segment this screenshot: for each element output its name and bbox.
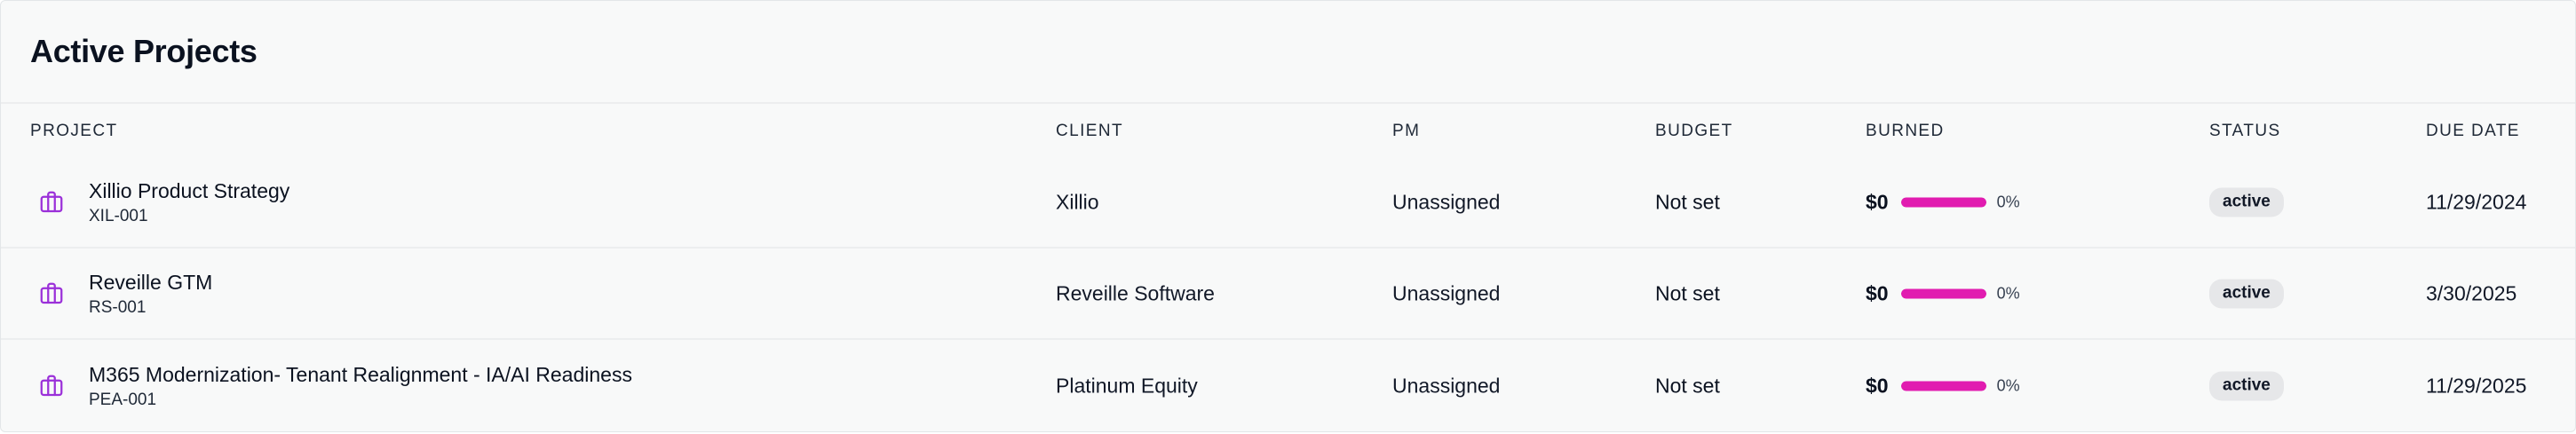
header-project[interactable]: PROJECT — [30, 122, 117, 141]
due-date-cell: 11/29/2024 — [2426, 190, 2527, 213]
project-cell[interactable]: M365 Modernization- Tenant Realignment -… — [89, 361, 632, 411]
active-projects-panel: Active Projects PROJECT CLIENT PM BUDGET… — [0, 0, 2576, 432]
project-code: RS-001 — [89, 297, 147, 317]
pm-cell: Unassigned — [1392, 374, 1501, 397]
project-name[interactable]: M365 Modernization- Tenant Realignment -… — [89, 361, 632, 388]
briefcase-icon — [38, 189, 65, 216]
status-cell: active — [2209, 279, 2284, 308]
table-header: PROJECT CLIENT PM BUDGET BURNED STATUS D… — [1, 104, 2575, 157]
pm-cell: Unassigned — [1392, 190, 1501, 213]
project-name[interactable]: Xillio Product Strategy — [89, 178, 289, 204]
table-row[interactable]: Reveille GTM RS-001 Reveille Software Un… — [1, 249, 2575, 340]
header-pm[interactable]: PM — [1392, 122, 1420, 141]
budget-cell: Not set — [1655, 374, 1720, 397]
status-badge: active — [2209, 187, 2284, 217]
burned-cell: $0 0% — [1866, 190, 2020, 214]
status-cell: active — [2209, 187, 2284, 217]
project-cell[interactable]: Xillio Product Strategy XIL-001 — [89, 178, 289, 227]
burned-percent: 0% — [1996, 376, 2020, 394]
project-code: XIL-001 — [89, 206, 148, 225]
burned-amount: $0 — [1866, 374, 1889, 397]
burn-progress-bar — [1900, 197, 1986, 207]
table-body: Xillio Product Strategy XIL-001 Xillio U… — [1, 157, 2575, 431]
client-cell: Xillio — [1056, 190, 1099, 213]
burned-percent: 0% — [1996, 193, 2020, 210]
burned-amount: $0 — [1866, 281, 1889, 304]
status-badge: active — [2209, 279, 2284, 308]
table-row[interactable]: M365 Modernization- Tenant Realignment -… — [1, 340, 2575, 431]
header-budget[interactable]: BUDGET — [1655, 122, 1733, 141]
burn-progress-fill — [1900, 381, 1986, 391]
status-cell: active — [2209, 371, 2284, 400]
burned-amount: $0 — [1866, 190, 1889, 213]
project-code: PEA-001 — [89, 390, 157, 409]
budget-cell: Not set — [1655, 281, 1720, 304]
client-cell: Reveille Software — [1056, 281, 1215, 304]
briefcase-icon — [38, 373, 65, 399]
project-cell[interactable]: Reveille GTM RS-001 — [89, 269, 212, 319]
table-row[interactable]: Xillio Product Strategy XIL-001 Xillio U… — [1, 157, 2575, 249]
client-cell: Platinum Equity — [1056, 374, 1198, 397]
burn-progress-bar — [1900, 288, 1986, 298]
page-title: Active Projects — [30, 33, 258, 69]
due-date-cell: 11/29/2025 — [2426, 374, 2527, 397]
burned-cell: $0 0% — [1866, 281, 2020, 305]
burned-percent: 0% — [1996, 284, 2020, 302]
panel-header: Active Projects — [1, 1, 2575, 104]
budget-cell: Not set — [1655, 190, 1720, 213]
header-client[interactable]: CLIENT — [1056, 122, 1123, 141]
burn-progress-fill — [1900, 288, 1986, 298]
burned-cell: $0 0% — [1866, 374, 2020, 398]
burn-progress-bar — [1900, 381, 1986, 391]
status-badge: active — [2209, 371, 2284, 400]
header-burned[interactable]: BURNED — [1866, 122, 1945, 141]
header-due-date[interactable]: DUE DATE — [2426, 122, 2520, 141]
pm-cell: Unassigned — [1392, 281, 1501, 304]
briefcase-icon — [38, 280, 65, 307]
burn-progress-fill — [1900, 197, 1986, 207]
project-name[interactable]: Reveille GTM — [89, 269, 212, 296]
due-date-cell: 3/30/2025 — [2426, 281, 2517, 304]
header-status[interactable]: STATUS — [2209, 122, 2281, 141]
